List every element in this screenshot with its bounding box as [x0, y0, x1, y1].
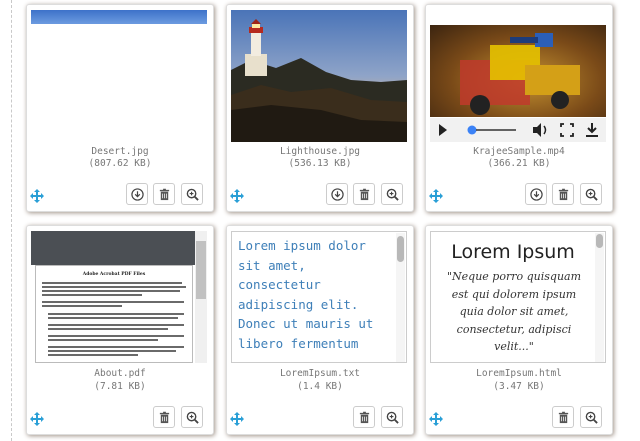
- file-preview-card: Lighthouse.jpg (536.13 KB): [226, 4, 414, 212]
- zoom-button[interactable]: [381, 406, 403, 428]
- zoom-button[interactable]: [181, 406, 203, 428]
- fullscreen-icon[interactable]: [560, 123, 574, 137]
- pdf-text-line: [48, 335, 184, 337]
- pdf-text-line: [48, 346, 184, 348]
- html-preview[interactable]: Lorem Ipsum "Neque porro quisquam est qu…: [430, 231, 606, 363]
- pdf-text-line: [42, 294, 142, 296]
- trash-icon: [359, 411, 369, 423]
- file-preview-card: Lorem Ipsum "Neque porro quisquam est qu…: [425, 225, 613, 435]
- delete-button[interactable]: [552, 183, 574, 205]
- text-content: Lorem ipsum dolor sit amet, consectetur …: [238, 238, 381, 351]
- file-preview-card: KrajeeSample.mp4 (366.21 KB): [425, 4, 613, 212]
- download-icon: [130, 187, 144, 201]
- image-strip: [31, 10, 207, 24]
- html-quote: "Neque porro quisquam est qui dolorem ip…: [446, 270, 582, 353]
- file-preview-card: Lorem ipsum dolor sit amet, consectetur …: [226, 225, 414, 435]
- html-heading: Lorem Ipsum: [451, 241, 575, 263]
- zoom-button[interactable]: [580, 406, 602, 428]
- image-thumbnail: [31, 10, 207, 142]
- image-thumbnail: [231, 10, 407, 142]
- move-icon[interactable]: [30, 189, 44, 203]
- file-preview-card: Desert.jpg (807.62 KB): [26, 4, 214, 212]
- move-icon[interactable]: [429, 189, 443, 203]
- video-frame: [430, 25, 606, 117]
- pdf-toolbar: [31, 231, 195, 265]
- file-name: Desert.jpg: [91, 146, 149, 157]
- video-player[interactable]: [430, 10, 606, 142]
- download-button[interactable]: [525, 183, 547, 205]
- file-name: KrajeeSample.mp4: [473, 146, 565, 157]
- pdf-title: Adobe Acrobat PDF Files: [82, 272, 146, 277]
- text-preview[interactable]: Lorem ipsum dolor sit amet, consectetur …: [231, 231, 407, 363]
- file-size: (366.21 KB): [487, 158, 551, 169]
- pdf-text-line: [48, 328, 168, 330]
- html-scrollbar-thumb[interactable]: [596, 234, 603, 248]
- file-name: LoremIpsum.html: [476, 368, 562, 379]
- zoom-button[interactable]: [181, 183, 203, 205]
- zoom-button[interactable]: [580, 183, 602, 205]
- delete-button[interactable]: [153, 183, 175, 205]
- file-size: (536.13 KB): [288, 158, 352, 169]
- pdf-text-line: [42, 301, 184, 303]
- pdf-text-line: [48, 324, 184, 326]
- zoom-in-icon: [386, 188, 399, 201]
- file-size: (3.47 KB): [493, 381, 545, 392]
- pdf-text-line: [48, 339, 158, 341]
- pdf-text-line: [48, 354, 138, 356]
- trash-icon: [558, 188, 568, 200]
- pdf-text-line: [42, 305, 122, 307]
- pdf-text-line: [48, 313, 184, 315]
- move-icon[interactable]: [230, 412, 244, 426]
- pdf-text-line: [48, 350, 176, 352]
- text-scrollbar-thumb[interactable]: [397, 236, 404, 262]
- pdf-text-line: [42, 286, 186, 288]
- trash-icon: [359, 188, 369, 200]
- volume-icon[interactable]: [533, 123, 547, 137]
- zoom-in-icon: [585, 411, 598, 424]
- move-icon[interactable]: [230, 189, 244, 203]
- file-preview-card: Adobe Acrobat PDF Files About.pdf (7.81 …: [26, 225, 214, 435]
- zoom-in-icon: [386, 411, 399, 424]
- file-name: About.pdf: [94, 368, 146, 379]
- download-icon: [529, 187, 543, 201]
- pdf-preview[interactable]: Adobe Acrobat PDF Files: [31, 231, 207, 363]
- download-icon: [330, 187, 344, 201]
- trash-icon: [159, 411, 169, 423]
- download-icon[interactable]: [586, 123, 598, 137]
- file-size: (7.81 KB): [94, 381, 146, 392]
- video-controls: [430, 118, 606, 142]
- move-icon[interactable]: [30, 412, 44, 426]
- drop-zone-border: [11, 0, 12, 441]
- pdf-scrollbar[interactable]: [195, 231, 207, 363]
- file-name: Lighthouse.jpg: [279, 146, 361, 157]
- pdf-text-line: [42, 290, 180, 292]
- lighthouse-image: [231, 10, 407, 142]
- zoom-in-icon: [585, 188, 598, 201]
- zoom-button[interactable]: [381, 183, 403, 205]
- file-size: (1.4 KB): [297, 381, 343, 392]
- file-size: (807.62 KB): [88, 158, 152, 169]
- play-icon[interactable]: [439, 124, 447, 136]
- move-icon[interactable]: [429, 412, 443, 426]
- pdf-page: Adobe Acrobat PDF Files: [35, 265, 193, 363]
- delete-button[interactable]: [353, 406, 375, 428]
- trash-icon: [558, 411, 568, 423]
- pdf-scrollbar-thumb[interactable]: [196, 241, 206, 299]
- text-preview-box[interactable]: Lorem ipsum dolor sit amet, consectetur …: [231, 231, 407, 363]
- pdf-text-line: [48, 317, 178, 319]
- file-name: LoremIpsum.txt: [279, 368, 361, 379]
- html-scrollbar[interactable]: [595, 233, 604, 362]
- seek-handle[interactable]: [467, 125, 477, 135]
- html-preview-box[interactable]: Lorem Ipsum "Neque porro quisquam est qu…: [430, 231, 606, 363]
- zoom-in-icon: [186, 188, 199, 201]
- download-button[interactable]: [126, 183, 148, 205]
- download-button[interactable]: [326, 183, 348, 205]
- delete-button[interactable]: [552, 406, 574, 428]
- delete-button[interactable]: [353, 183, 375, 205]
- trash-icon: [159, 188, 169, 200]
- delete-button[interactable]: [153, 406, 175, 428]
- zoom-in-icon: [186, 411, 199, 424]
- pdf-text-line: [42, 282, 182, 284]
